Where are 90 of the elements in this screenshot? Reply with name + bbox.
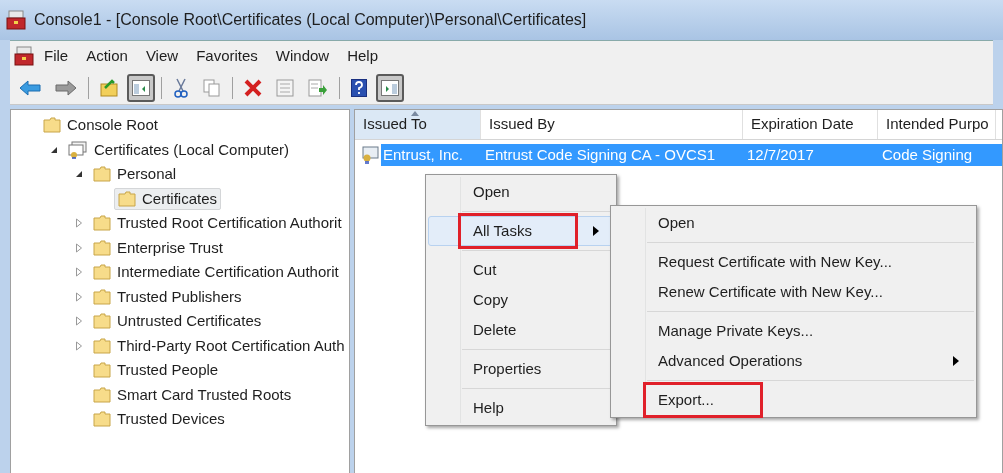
menu-bar-item[interactable]: Action: [78, 43, 136, 69]
tree-item-label: Console Root: [67, 115, 158, 135]
tree-item-label: Trusted Publishers: [117, 286, 242, 307]
certificate-icon: [361, 145, 381, 165]
menu-item[interactable]: Copy: [428, 285, 614, 315]
folder-icon: [93, 239, 111, 256]
menu-item[interactable]: Cut: [428, 255, 614, 285]
table-cell-text: 12/7/2017: [746, 144, 815, 165]
menu-item[interactable]: Properties: [428, 354, 614, 384]
folder-icon: [93, 313, 111, 330]
tree-item[interactable]: Enterprise Trust: [89, 236, 227, 259]
menu-item[interactable]: Help: [428, 393, 614, 423]
menu-item[interactable]: Open: [613, 208, 974, 238]
menu-item[interactable]: Delete: [428, 315, 614, 345]
tree-item[interactable]: Trusted Root Certification Authorit: [89, 212, 346, 235]
tree-item[interactable]: Smart Card Trusted Roots: [89, 383, 296, 406]
tree-item-label: Certificates (Local Computer): [94, 139, 290, 160]
table-cell-text: Entrust, Inc.: [382, 144, 465, 165]
delete-x-icon: [244, 78, 262, 97]
tree-item-label: Untrusted Certificates: [117, 311, 262, 331]
tree-item-label: Smart Card Trusted Roots: [117, 384, 292, 405]
folder-icon: [93, 288, 111, 305]
tree-item-label: Trusted People: [117, 360, 219, 380]
menu-bar-item[interactable]: Window: [267, 43, 338, 69]
menu-item[interactable]: Export...: [613, 385, 974, 415]
tree-item-label: Trusted Root Certification Authorit: [117, 213, 342, 233]
tree-item[interactable]: Intermediate Certification Authorit: [89, 261, 343, 284]
tree-item[interactable]: Console Root: [39, 114, 162, 137]
tree-item-label: Third-Party Root Certification Auth: [117, 335, 345, 356]
collapsed-triangle-icon[interactable]: [75, 316, 83, 327]
tree-pane-icon: [132, 79, 150, 96]
tree-item[interactable]: Trusted Devices: [89, 408, 229, 431]
submenu-arrow-icon: [953, 356, 959, 366]
folder-icon: [93, 411, 111, 428]
folder-icon: [93, 215, 111, 232]
tree-item-label: Enterprise Trust: [117, 237, 223, 258]
menu-bar-item[interactable]: File: [36, 43, 77, 69]
tree-item[interactable]: Certificates: [114, 187, 222, 210]
column-header[interactable]: Issued To: [355, 110, 481, 139]
window-title: Console1 - [Console Root\Certificates (Local Computer)\Personal\Certificates]: [34, 10, 587, 30]
action-pane-icon: [381, 79, 399, 96]
back-arrow-icon: [19, 79, 41, 96]
tree-item-label: Trusted Devices: [117, 409, 225, 429]
tree-item[interactable]: Untrusted Certificates: [89, 310, 266, 333]
toolbox-icon: [14, 46, 34, 66]
menu-item[interactable]: Manage Private Keys...: [613, 316, 974, 346]
export-list-icon: [308, 78, 328, 97]
forward-arrow-icon: [55, 79, 77, 96]
menu-item[interactable]: Open: [428, 177, 614, 207]
menu-bar-item[interactable]: Help: [339, 43, 387, 69]
menu-bar-item[interactable]: View: [137, 43, 187, 69]
tree-item[interactable]: Third-Party Root Certification Auth: [89, 334, 349, 357]
tree-item-label: Personal: [117, 164, 177, 184]
toolbar-button[interactable]: [376, 73, 404, 102]
sort-arrow-icon: [411, 111, 419, 116]
tree-item[interactable]: Trusted Publishers: [89, 285, 246, 308]
properties-icon: [276, 78, 294, 97]
scissors-icon: [173, 77, 189, 98]
folder-up-icon: [100, 78, 118, 97]
collapsed-triangle-icon[interactable]: [75, 218, 83, 229]
folder-icon: [118, 190, 136, 207]
collapsed-triangle-icon[interactable]: [75, 291, 83, 302]
toolbar-button[interactable]: [127, 73, 155, 102]
tree-item[interactable]: Certificates (Local Computer): [64, 138, 294, 161]
table-cell-text: Entrust Code Signing CA - OVCS1: [484, 144, 717, 165]
table-cell-text: Code Signing: [881, 144, 974, 165]
submenu-arrow-icon: [593, 226, 599, 236]
menu-item[interactable]: Advanced Operations: [613, 346, 974, 376]
tree-item-label: Intermediate Certification Authorit: [117, 262, 339, 282]
folder-icon: [93, 166, 111, 183]
menu-item[interactable]: Renew Certificate with New Key...: [613, 277, 974, 307]
folder-icon: [93, 264, 111, 281]
folder-icon: [93, 386, 111, 403]
expanded-triangle-icon[interactable]: [75, 170, 83, 179]
folder-icon: [93, 337, 111, 354]
collapsed-triangle-icon[interactable]: [75, 267, 83, 278]
folder-icon: [43, 117, 61, 134]
collapsed-triangle-icon[interactable]: [75, 340, 83, 351]
menu-bar-item[interactable]: Favorites: [188, 43, 266, 69]
collapsed-triangle-icon[interactable]: [75, 242, 83, 253]
tree-item[interactable]: Trusted People: [89, 359, 223, 382]
toolbox-icon: [6, 10, 26, 30]
certificate-store-icon: [68, 140, 88, 159]
expanded-triangle-icon[interactable]: [50, 145, 58, 154]
help-icon: [351, 78, 367, 97]
tree-item-label: Certificates: [142, 188, 218, 209]
copy-icon: [203, 78, 221, 97]
folder-icon: [93, 362, 111, 379]
tree-item[interactable]: Personal: [89, 163, 181, 186]
menu-item[interactable]: Request Certificate with New Key...: [613, 247, 974, 277]
